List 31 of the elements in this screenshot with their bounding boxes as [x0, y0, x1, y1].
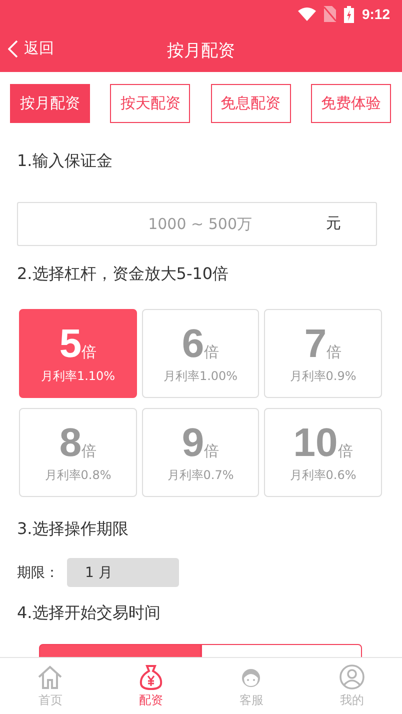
status-time: 9:12: [362, 6, 390, 22]
unit-label: 元: [326, 214, 341, 233]
section-heading: 1.输入保证金: [16, 151, 114, 172]
tab[interactable]: 按月配资: [10, 84, 90, 123]
leverage-option[interactable]: 8倍 月利率0.8%: [19, 408, 137, 497]
tab[interactable]: 免费体验: [310, 84, 391, 123]
nav-item[interactable]: 我的: [302, 658, 402, 714]
section-heading: 3.选择操作期限: [16, 519, 130, 540]
period-select[interactable]: 1 月: [67, 558, 179, 587]
leverage-option[interactable]: 5倍 月利率1.10%: [19, 309, 137, 398]
home-icon: [37, 664, 64, 690]
no-sim-icon: [324, 6, 336, 22]
money-bag-icon: [138, 664, 164, 690]
leverage-option[interactable]: 6倍 月利率1.00%: [142, 309, 259, 398]
back-button[interactable]: 返回: [8, 39, 54, 58]
leverage-option[interactable]: 10倍 月利率0.6%: [264, 408, 382, 497]
wifi-icon: [298, 7, 316, 21]
leverage-option[interactable]: 7倍 月利率0.9%: [264, 309, 382, 398]
nav-item[interactable]: 客服: [201, 658, 302, 714]
tab[interactable]: 按天配资: [110, 84, 190, 123]
leverage-option[interactable]: 9倍 月利率0.7%: [142, 408, 259, 497]
period-label: 期限：: [17, 564, 60, 582]
section-heading: 4.选择开始交易时间: [16, 603, 162, 624]
tab[interactable]: 免息配资: [210, 84, 291, 123]
page-title: 按月配资: [167, 40, 235, 62]
chevron-left-icon: [8, 40, 18, 58]
battery-charging-icon: [344, 6, 354, 22]
nav-item[interactable]: 首页: [0, 658, 100, 714]
user-icon: [338, 664, 365, 690]
section-heading: 2.选择杠杆，资金放大5-10倍: [16, 264, 230, 285]
nav-item[interactable]: 配资: [100, 658, 201, 714]
